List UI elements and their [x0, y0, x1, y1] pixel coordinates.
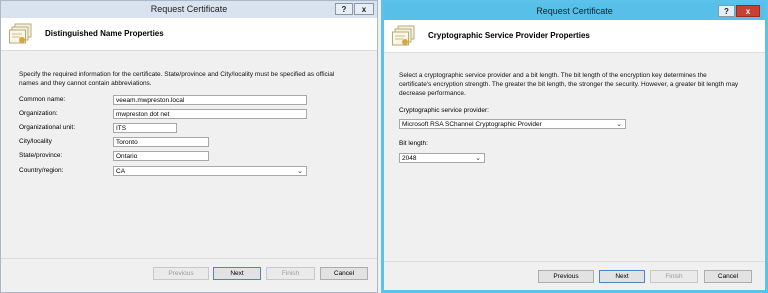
request-certificate-window-dn: Request Certificate ? x Distinguished Na…	[0, 0, 378, 293]
state-label: State/province:	[19, 152, 63, 159]
country-value: CA	[116, 168, 126, 175]
help-button[interactable]: ?	[335, 3, 353, 15]
finish-button[interactable]: Finish	[266, 267, 315, 280]
organization-input[interactable]: mwpreston dot net	[113, 109, 307, 119]
divider	[384, 261, 765, 262]
org-unit-label: Organizational unit:	[19, 124, 76, 131]
cancel-button[interactable]: Cancel	[320, 267, 368, 280]
page-title: Cryptographic Service Provider Propertie…	[428, 31, 590, 40]
csp-label: Cryptographic service provider:	[399, 107, 489, 114]
country-label: Country/region:	[19, 167, 64, 174]
common-name-input[interactable]: veeam.mwpreston.local	[113, 95, 307, 105]
state-input[interactable]: Ontario	[113, 151, 209, 161]
close-button[interactable]: x	[354, 3, 374, 15]
chevron-down-icon: ⌄	[616, 121, 622, 128]
city-input[interactable]: Toronto	[113, 137, 209, 147]
common-name-label: Common name:	[19, 96, 66, 103]
window-title: Request Certificate	[150, 4, 228, 14]
org-unit-input[interactable]: ITS	[113, 123, 177, 133]
city-label: City/locality	[19, 138, 52, 145]
request-certificate-window-csp: Request Certificate ? x Cryptographic Se…	[381, 0, 768, 293]
title-bar[interactable]: Request Certificate ? x	[384, 3, 765, 20]
country-select[interactable]: CA ⌄	[113, 166, 307, 176]
cancel-button[interactable]: Cancel	[704, 270, 752, 283]
csp-value: Microsoft RSA SChannel Cryptographic Pro…	[402, 121, 542, 128]
chevron-down-icon: ⌄	[297, 168, 303, 175]
window-title: Request Certificate	[536, 6, 613, 16]
wizard-header: Distinguished Name Properties	[1, 18, 377, 51]
chevron-down-icon: ⌄	[475, 155, 481, 162]
next-button[interactable]: Next	[213, 267, 261, 280]
finish-button[interactable]: Finish	[650, 270, 698, 283]
bit-length-label: Bit length:	[399, 140, 428, 147]
close-button[interactable]: x	[736, 5, 760, 17]
title-bar[interactable]: Request Certificate ? x	[1, 1, 377, 18]
page-title: Distinguished Name Properties	[45, 29, 164, 38]
certificate-icon	[9, 23, 32, 44]
certificate-icon	[392, 25, 415, 46]
csp-select[interactable]: Microsoft RSA SChannel Cryptographic Pro…	[399, 119, 626, 129]
organization-label: Organization:	[19, 110, 58, 117]
help-button[interactable]: ?	[718, 5, 735, 17]
previous-button[interactable]: Previous	[538, 270, 594, 283]
bit-length-value: 2048	[402, 155, 417, 162]
divider	[1, 258, 377, 259]
bit-length-select[interactable]: 2048 ⌄	[399, 153, 485, 163]
previous-button[interactable]: Previous	[153, 267, 209, 280]
description-text: Specify the required information for the…	[19, 71, 335, 87]
next-button[interactable]: Next	[599, 270, 645, 283]
wizard-header: Cryptographic Service Provider Propertie…	[384, 20, 765, 53]
description-text: Select a cryptographic service provider …	[399, 72, 739, 97]
